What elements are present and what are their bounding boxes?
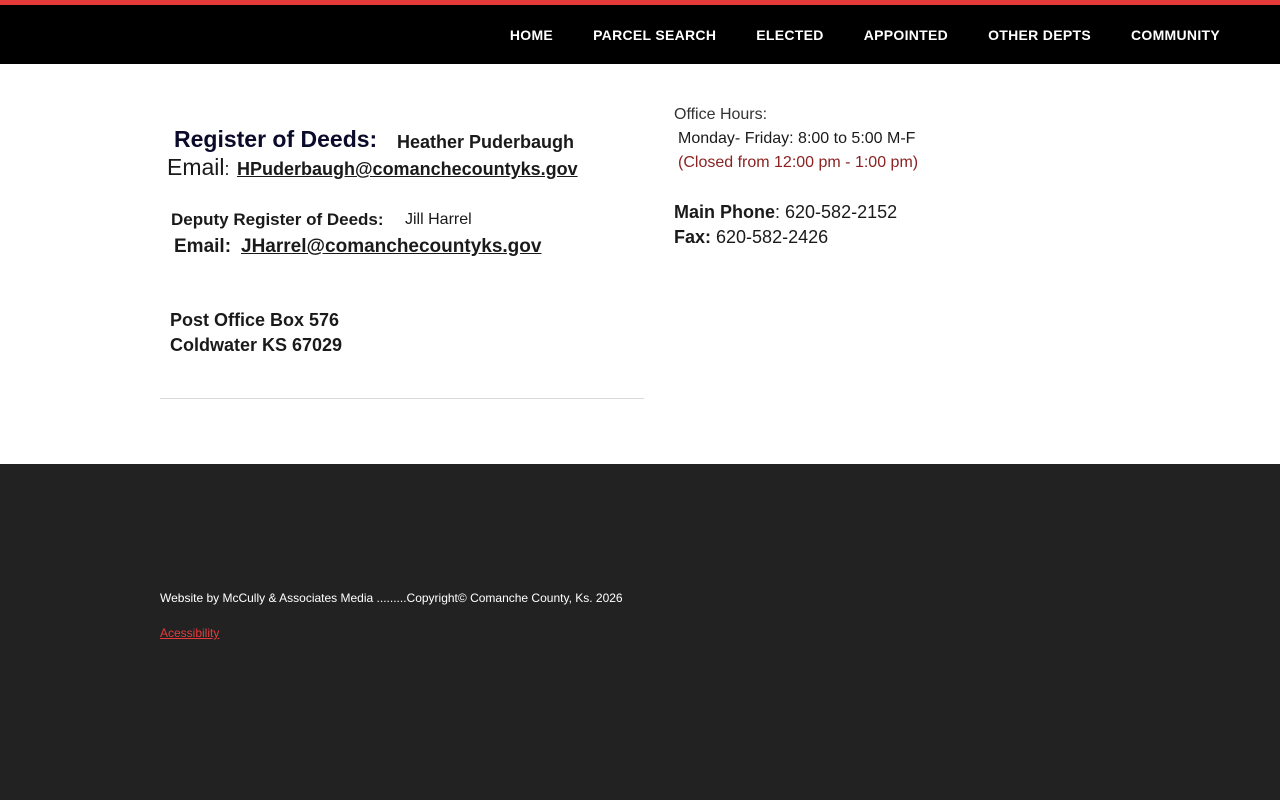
office-hours-days: Monday- Friday: 8:00 to 5:00 M-F — [678, 130, 916, 147]
deputy-name: Jill Harrel — [405, 211, 472, 228]
nav-appointed[interactable]: APPOINTED — [864, 27, 948, 43]
nav-community[interactable]: COMMUNITY — [1131, 27, 1220, 43]
office-hours-label: Office Hours: — [674, 106, 768, 123]
register-title: Register of Deeds: — [174, 126, 378, 152]
nav-home[interactable]: HOME — [510, 27, 553, 43]
main-content: Register of Deeds: Heather Puderbaugh Em… — [0, 64, 1280, 464]
footer: Website by McCully & Associates Media ..… — [0, 464, 1280, 800]
accessibility-link[interactable]: Acessibility — [160, 626, 219, 640]
fax-number: Fax: 620-582-2426 — [674, 227, 829, 247]
nav-other-depts[interactable]: OTHER DEPTS — [988, 27, 1091, 43]
address-line-1: Post Office Box 576 — [170, 310, 340, 330]
register-name: Heather Puderbaugh — [397, 132, 575, 152]
deputy-title: Deputy Register of Deeds: — [171, 210, 384, 229]
main-nav: HOME PARCEL SEARCH ELECTED APPOINTED OTH… — [470, 5, 1220, 64]
nav-parcel-search[interactable]: PARCEL SEARCH — [593, 27, 716, 43]
office-hours-closed: (Closed from 12:00 pm - 1:00 pm) — [678, 154, 919, 171]
deputy-email-label: Email: — [174, 236, 232, 257]
register-email-label: Email: — [167, 154, 230, 180]
nav-elected[interactable]: ELECTED — [756, 27, 823, 43]
register-email-link[interactable]: HPuderbaugh@comanchecountyks.gov — [237, 159, 578, 180]
content-divider — [160, 398, 644, 399]
address-line-2: Coldwater KS 67029 — [170, 335, 343, 355]
deputy-email-link[interactable]: JHarrel@comanchecountyks.gov — [241, 236, 541, 258]
main-phone: Main Phone: 620-582-2152 — [674, 202, 898, 222]
footer-credit: Website by McCully & Associates Media ..… — [160, 591, 623, 605]
top-nav-bar: HOME PARCEL SEARCH ELECTED APPOINTED OTH… — [0, 0, 1280, 64]
